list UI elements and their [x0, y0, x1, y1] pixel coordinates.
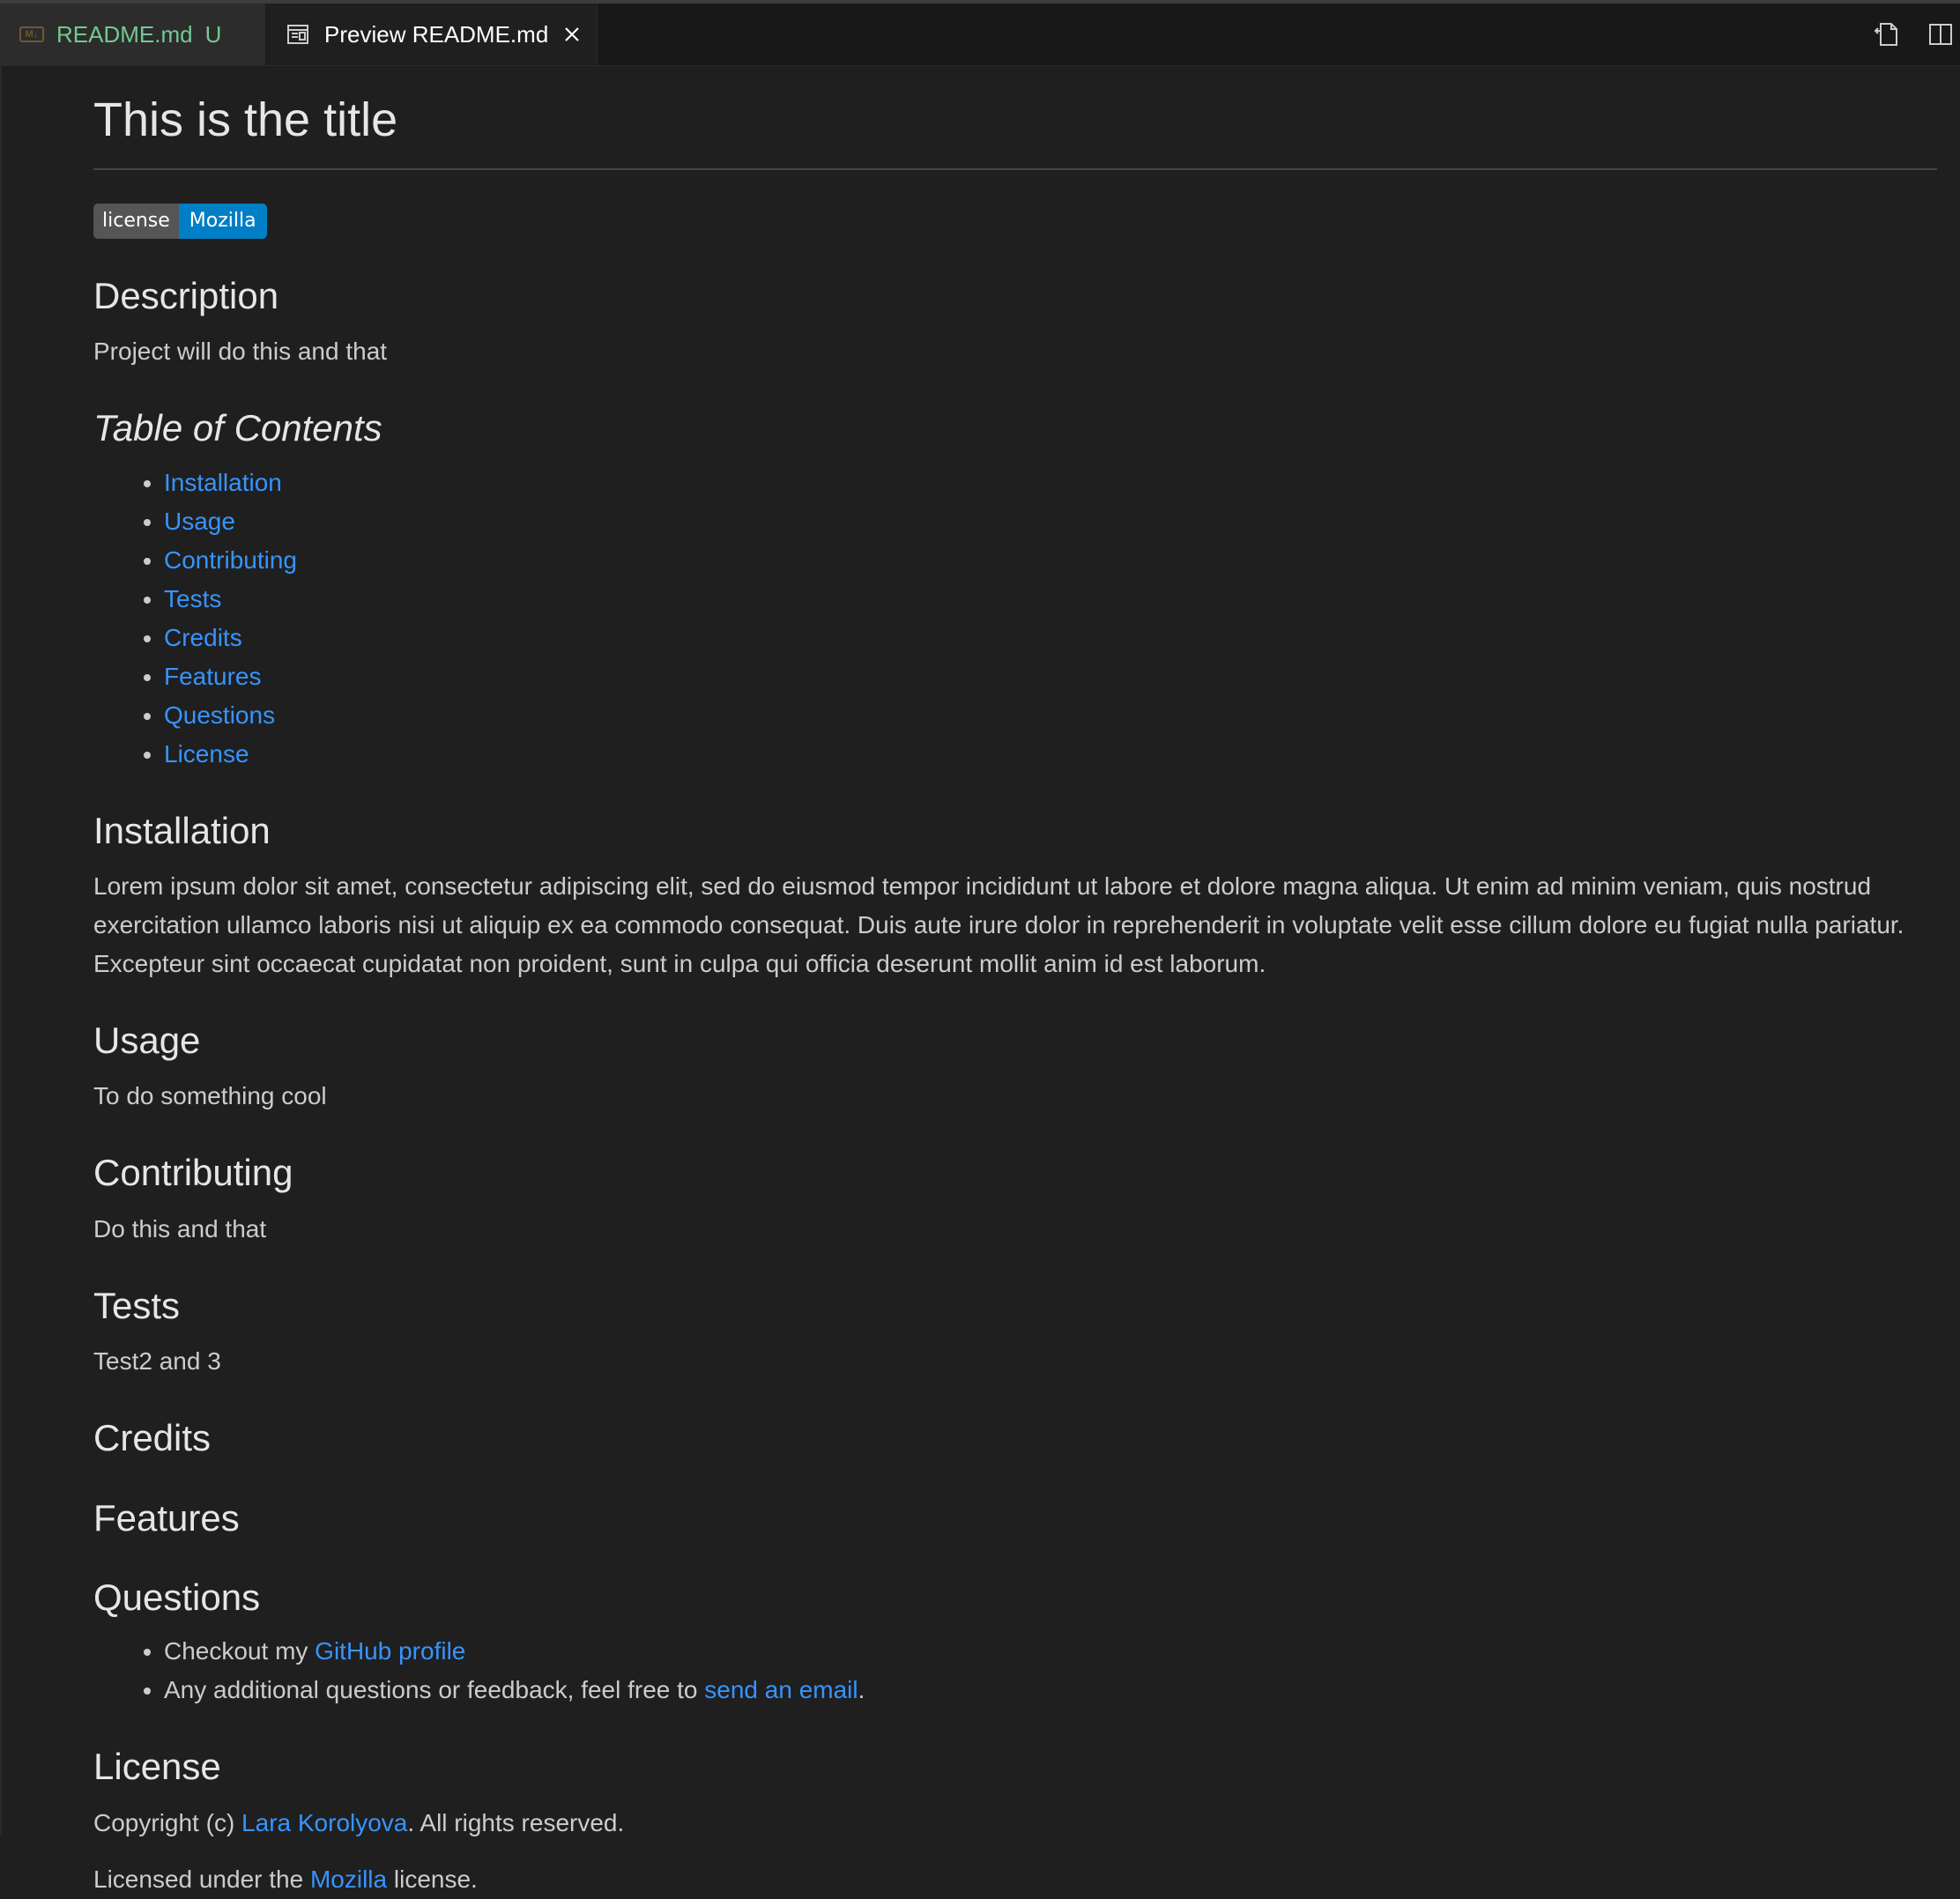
list-item: Contributing — [164, 541, 1937, 580]
toc-link-questions[interactable]: Questions — [164, 701, 275, 729]
heading-installation: Installation — [93, 809, 271, 851]
git-status-badge: U — [204, 20, 222, 48]
installation-text: Lorem ipsum dolor sit amet, consectetur … — [93, 872, 1904, 977]
contributing-text: Do this and that — [93, 1214, 267, 1243]
tab-label: Preview README.md — [324, 20, 549, 48]
toc-link-credits[interactable]: Credits — [164, 624, 242, 651]
send-email-link[interactable]: send an email — [704, 1676, 858, 1703]
heading-features: Features — [93, 1496, 240, 1539]
heading-tests: Tests — [93, 1284, 181, 1326]
question-text: Checkout my — [164, 1637, 316, 1665]
heading-description: Description — [93, 274, 279, 316]
toc-list: Installation Usage Contributing Tests Cr… — [93, 464, 1937, 774]
question-text: Any additional questions or feedback, fe… — [164, 1676, 705, 1704]
copyright-suffix: . All rights reserved. — [407, 1808, 625, 1836]
heading-table-of-contents: Table of Contents — [93, 407, 382, 449]
tab-label: README.md — [56, 20, 193, 48]
markdown-preview: This is the title license Mozilla Descri… — [93, 65, 1937, 1899]
toc-link-contributing[interactable]: Contributing — [164, 546, 297, 574]
heading-questions: Questions — [93, 1576, 261, 1618]
list-item: Any additional questions or feedback, fe… — [164, 1671, 1937, 1710]
author-link[interactable]: Lara Korolyova — [241, 1809, 407, 1836]
preview-icon — [286, 22, 310, 47]
heading-contributing: Contributing — [93, 1152, 293, 1194]
toc-link-features[interactable]: Features — [164, 663, 262, 690]
list-item: Credits — [164, 619, 1937, 657]
split-editor-icon[interactable] — [1921, 15, 1960, 54]
markdown-icon: M↓ — [19, 26, 44, 42]
list-item: Installation — [164, 464, 1937, 502]
list-item: Features — [164, 657, 1937, 696]
question-suffix: . — [858, 1676, 865, 1704]
copyright-text: Copyright (c) Lara Korolyova. All rights… — [93, 1804, 1937, 1843]
close-icon[interactable] — [562, 25, 582, 44]
licensed-text: Licensed under the Mozilla license. — [93, 1860, 1937, 1899]
badge-label: license — [93, 203, 179, 239]
list-item: License — [164, 735, 1937, 774]
heading-usage: Usage — [93, 1019, 201, 1061]
questions-list: Checkout my GitHub profile Any additiona… — [93, 1632, 1937, 1710]
description-text: Project will do this and that — [93, 338, 388, 366]
heading-credits: Credits — [93, 1417, 212, 1459]
editor-tab-bar: M↓ README.md U Preview README.md — [0, 4, 1960, 66]
list-item: Checkout my GitHub profile — [164, 1632, 1937, 1671]
editor-left-border — [0, 65, 2, 1835]
toc-link-tests[interactable]: Tests — [164, 585, 221, 612]
toc-link-license[interactable]: License — [164, 740, 249, 768]
badge-value: Mozilla — [178, 203, 267, 239]
usage-text: To do something cool — [93, 1082, 327, 1110]
toc-link-usage[interactable]: Usage — [164, 508, 235, 535]
licensed-suffix: license. — [387, 1865, 478, 1893]
tab-preview-readme[interactable]: Preview README.md — [266, 4, 598, 65]
licensed-prefix: Licensed under the — [93, 1865, 310, 1893]
copyright-prefix: Copyright (c) — [93, 1808, 242, 1836]
heading-license: License — [93, 1746, 221, 1788]
toc-link-installation[interactable]: Installation — [164, 469, 282, 496]
list-item: Usage — [164, 502, 1937, 541]
mozilla-license-link[interactable]: Mozilla — [310, 1866, 387, 1893]
page-title: This is the title — [93, 92, 1937, 170]
editor-actions — [1851, 4, 1960, 65]
license-badge: license Mozilla — [93, 203, 267, 239]
list-item: Questions — [164, 696, 1937, 735]
tab-readme-md[interactable]: M↓ README.md U — [0, 4, 266, 65]
open-source-icon[interactable] — [1867, 15, 1905, 54]
github-profile-link[interactable]: GitHub profile — [315, 1637, 465, 1665]
tests-text: Test2 and 3 — [93, 1347, 221, 1376]
list-item: Tests — [164, 580, 1937, 619]
